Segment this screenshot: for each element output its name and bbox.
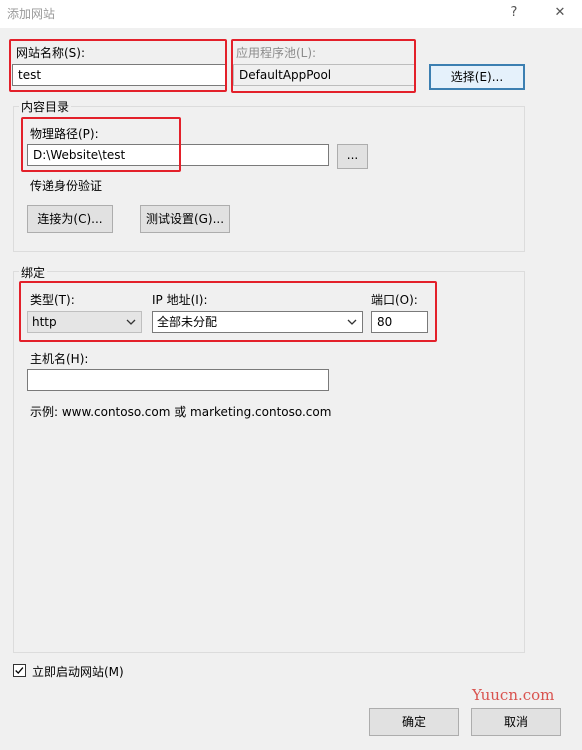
title-bar [0, 0, 582, 28]
annotation-box-site-name [9, 39, 227, 92]
window-title: 添加网站 [7, 7, 56, 21]
start-immediately-label[interactable]: 立即启动网站(M) [32, 663, 124, 680]
annotation-box-physical-path [21, 117, 181, 172]
content-directory-title: 内容目录 [19, 98, 72, 115]
hostname-example: 示例: www.contoso.com 或 marketing.contoso.… [30, 405, 332, 419]
hostname-input[interactable] [27, 369, 329, 391]
browse-button[interactable]: ... [337, 144, 368, 169]
test-settings-button[interactable]: 测试设置(G)... [140, 205, 230, 233]
hostname-label: 主机名(H): [30, 352, 89, 366]
binding-title: 绑定 [19, 264, 48, 281]
close-button[interactable]: ✕ [546, 2, 574, 24]
annotation-box-app-pool [231, 39, 416, 93]
cancel-button[interactable]: 取消 [471, 708, 561, 736]
annotation-box-binding [19, 281, 437, 342]
watermark: Yuucn.com [472, 686, 555, 704]
ok-button[interactable]: 确定 [369, 708, 459, 736]
help-button[interactable]: ? [500, 2, 528, 24]
checkmark-icon [15, 667, 24, 674]
passthrough-auth-label: 传递身份验证 [30, 179, 103, 193]
connect-as-button[interactable]: 连接为(C)... [27, 205, 113, 233]
close-icon: ✕ [554, 5, 566, 20]
select-app-pool-button[interactable]: 选择(E)... [429, 64, 525, 90]
start-immediately-checkbox[interactable] [13, 664, 26, 677]
